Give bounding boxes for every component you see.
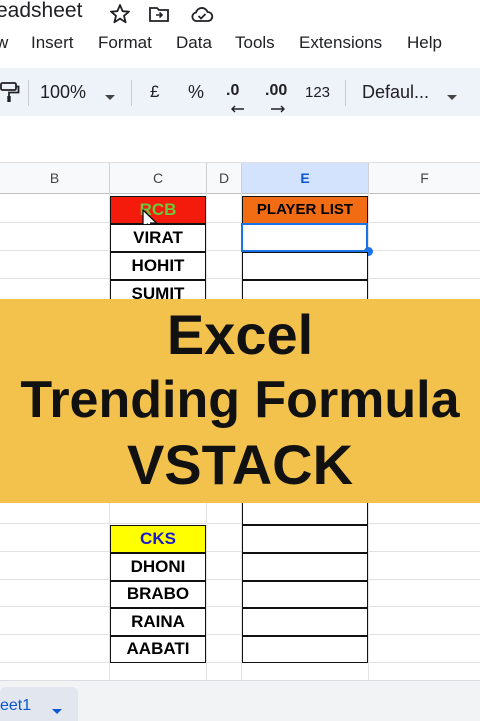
grid-line: [0, 606, 480, 607]
toolbar: 100% £ % .0 .00 123 Defaul...: [0, 68, 480, 116]
player-list-cell[interactable]: [242, 525, 368, 553]
rcb-player-cell[interactable]: HOHIT: [110, 252, 206, 280]
sheet-menu-dropdown-icon[interactable]: [51, 703, 63, 721]
player-list-header-cell[interactable]: PLAYER LIST: [242, 196, 368, 224]
zoom-select[interactable]: 100%: [40, 82, 86, 103]
column-label: E: [300, 170, 310, 186]
column-header-d[interactable]: D: [207, 163, 242, 194]
menu-insert[interactable]: Insert: [31, 33, 74, 53]
toolbar-divider: [131, 80, 132, 106]
column-label: D: [218, 170, 230, 186]
move-folder-icon[interactable]: [148, 3, 170, 25]
grid-line: [0, 662, 480, 663]
column-header-f[interactable]: F: [369, 163, 480, 194]
banner-line: Trending Formula: [20, 371, 460, 429]
grid-line: [0, 222, 480, 223]
player-list-cell[interactable]: [242, 636, 368, 663]
increase-decimal-button[interactable]: .00: [265, 82, 287, 100]
column-label: F: [420, 170, 429, 186]
formula-bar-area: [0, 116, 480, 163]
star-icon[interactable]: [109, 3, 131, 25]
currency-format-button[interactable]: £: [150, 82, 159, 102]
percent-format-button[interactable]: %: [188, 82, 204, 103]
menu-extensions[interactable]: Extensions: [299, 33, 382, 53]
banner-line: Excel: [166, 303, 314, 366]
overlay-banner: Excel Trending Formula VSTACK: [0, 299, 480, 503]
menu-data[interactable]: Data: [176, 33, 212, 53]
sheet-tab[interactable]: eet1: [0, 687, 78, 721]
column-label: C: [152, 170, 164, 186]
column-header-b[interactable]: B: [0, 163, 110, 194]
player-list-cell[interactable]: [242, 581, 368, 608]
player-list-cell[interactable]: [242, 553, 368, 581]
toolbar-divider: [345, 80, 346, 106]
grid-line: [0, 551, 480, 552]
menu-view[interactable]: w: [0, 33, 8, 53]
player-list-cell[interactable]: [242, 608, 368, 636]
menu-bar: w Insert Format Data Tools Extensions He…: [0, 28, 480, 58]
cloud-status-icon[interactable]: [190, 3, 214, 25]
title-bar: eadsheet: [0, 0, 480, 28]
decrease-decimal-button[interactable]: .0: [226, 82, 239, 100]
cks-player-cell[interactable]: AABATI: [110, 636, 206, 663]
zoom-dropdown-icon[interactable]: [104, 89, 116, 107]
paint-format-icon[interactable]: [0, 80, 22, 109]
font-dropdown-icon[interactable]: [446, 89, 458, 107]
cks-header-cell[interactable]: CKS: [110, 525, 206, 553]
column-header-c[interactable]: C: [110, 163, 207, 194]
menu-format[interactable]: Format: [98, 33, 152, 53]
toolbar-divider: [28, 80, 29, 106]
number-format-button[interactable]: 123: [305, 84, 330, 101]
grid-line: [0, 523, 480, 524]
grid-line: [0, 579, 480, 580]
grid-line: [0, 634, 480, 635]
cks-player-cell[interactable]: DHONI: [110, 553, 206, 581]
grid-line: [0, 250, 480, 251]
cks-player-cell[interactable]: RAINA: [110, 608, 206, 636]
font-select[interactable]: Defaul...: [362, 82, 429, 103]
column-header-e[interactable]: E: [242, 163, 369, 194]
menu-tools[interactable]: Tools: [235, 33, 275, 53]
grid-line: [0, 278, 480, 279]
selected-cell-outline: [241, 223, 368, 252]
rcb-player-cell[interactable]: VIRAT: [110, 224, 206, 252]
sheet-tab-bar: eet1: [0, 680, 480, 721]
sheet-tab-label: eet1: [0, 697, 32, 714]
column-label: B: [49, 170, 60, 186]
player-list-cell[interactable]: [242, 252, 368, 280]
document-title[interactable]: eadsheet: [0, 0, 82, 23]
menu-help[interactable]: Help: [407, 33, 442, 53]
cks-player-cell[interactable]: BRABO: [110, 581, 206, 608]
banner-line: VSTACK: [126, 433, 354, 496]
